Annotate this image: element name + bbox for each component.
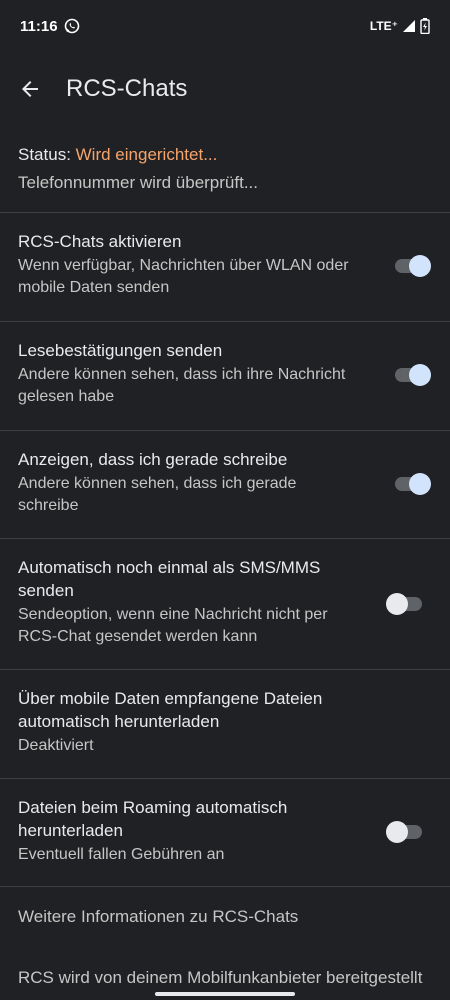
- status-icons: LTE⁺: [370, 17, 430, 35]
- roaming-download-toggle[interactable]: [386, 821, 422, 843]
- status-line: Status: Wird eingerichtet...: [18, 143, 428, 167]
- status-label: Status:: [18, 145, 76, 164]
- setting-summary: Eventuell fallen Gebühren an: [18, 846, 225, 863]
- status-value: Wird eingerichtet...: [75, 145, 218, 164]
- divider: [0, 321, 450, 322]
- network-type: LTE⁺: [369, 19, 398, 33]
- setting-auto-download-roaming[interactable]: Dateien beim Roaming automatisch herunte…: [18, 796, 358, 866]
- setting-summary: Sendeoption, wenn eine Nachricht nicht p…: [18, 606, 328, 645]
- setting-summary: Wenn verfügbar, Nachrichten über WLAN od…: [18, 257, 349, 296]
- setting-read-receipts[interactable]: Lesebestätigungen senden Andere können s…: [18, 339, 358, 408]
- arrow-left-icon[interactable]: [18, 77, 42, 101]
- setting-title: Anzeigen, dass ich gerade schreibe: [18, 450, 288, 469]
- setting-title: Dateien beim Roaming automatisch herunte…: [18, 798, 288, 840]
- divider: [0, 212, 450, 213]
- divider: [0, 778, 450, 779]
- divider: [0, 430, 450, 431]
- setting-title: Automatisch noch einmal als SMS/MMS send…: [18, 558, 321, 600]
- divider: [0, 538, 450, 539]
- divider: [0, 669, 450, 670]
- enable-rcs-toggle[interactable]: [395, 255, 431, 277]
- rcs-status: Status: Wird eingerichtet... Telefonnumm…: [18, 143, 428, 195]
- signal-icon: [403, 20, 415, 32]
- battery-charging-icon: [420, 18, 430, 34]
- setting-summary: Deaktiviert: [18, 737, 94, 754]
- typing-indicator-toggle[interactable]: [395, 473, 431, 495]
- setting-title: Lesebestätigungen senden: [18, 341, 223, 360]
- setting-title: Über mobile Daten empfangene Dateien aut…: [18, 689, 323, 731]
- clock: 11:16: [20, 18, 58, 35]
- more-info-link[interactable]: Weitere Informationen zu RCS-Chats: [18, 905, 298, 928]
- setting-enable-rcs[interactable]: RCS-Chats aktivieren Wenn verfügbar, Nac…: [18, 230, 358, 299]
- divider: [0, 886, 450, 887]
- footer-text: RCS wird von deinem Mobilfunkanbieter be…: [18, 968, 423, 987]
- setting-title: RCS-Chats aktivieren: [18, 232, 182, 251]
- setting-auto-download-mobile[interactable]: Über mobile Daten empfangene Dateien aut…: [18, 687, 358, 757]
- setting-typing-indicator[interactable]: Anzeigen, dass ich gerade schreibe Ander…: [18, 448, 358, 517]
- read-receipts-toggle[interactable]: [395, 364, 431, 386]
- setting-resend-sms[interactable]: Automatisch noch einmal als SMS/MMS send…: [18, 556, 358, 648]
- setting-summary: Andere können sehen, dass ich gerade sch…: [18, 475, 297, 514]
- app-bar: RCS-Chats: [0, 56, 450, 122]
- resend-sms-toggle[interactable]: [386, 593, 422, 615]
- status-bar: 11:16 LTE⁺: [0, 0, 450, 56]
- setting-summary: Andere können sehen, dass ich ihre Nachr…: [18, 366, 346, 405]
- page-title: RCS-Chats: [66, 75, 188, 102]
- whatsapp-icon: [64, 18, 80, 34]
- home-indicator[interactable]: [155, 992, 295, 996]
- status-detail: Telefonnummer wird überprüft...: [18, 173, 258, 192]
